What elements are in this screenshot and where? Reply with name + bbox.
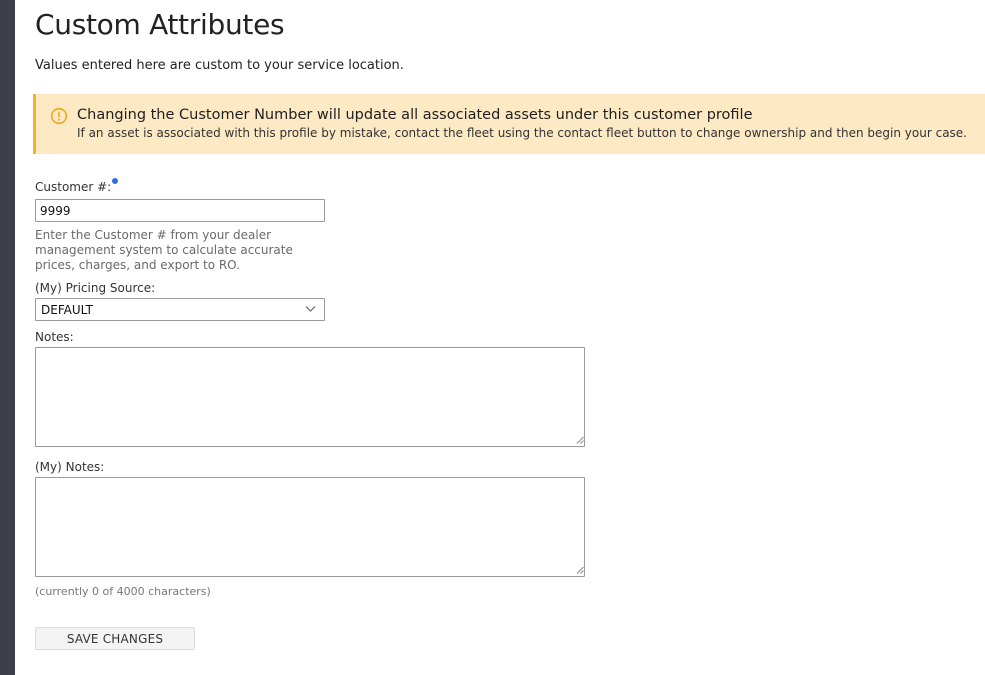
customer-number-label-text: Customer #: <box>35 180 112 194</box>
sidebar-strip <box>0 0 15 675</box>
resize-grip-icon[interactable] <box>576 436 584 444</box>
alert-title: Changing the Customer Number will update… <box>77 107 753 123</box>
save-changes-button[interactable]: SAVE CHANGES <box>35 627 195 650</box>
character-count: (currently 0 of 4000 characters) <box>35 585 211 598</box>
my-notes-label: (My) Notes: <box>35 460 105 474</box>
customer-number-input[interactable] <box>35 199 325 222</box>
customer-number-label: Customer #: <box>35 178 119 194</box>
my-notes-textarea[interactable] <box>35 477 585 577</box>
pricing-source-label: (My) Pricing Source: <box>35 281 156 295</box>
warning-alert: Changing the Customer Number will update… <box>33 94 985 154</box>
page-subtitle: Values entered here are custom to your s… <box>35 58 404 73</box>
warning-circle-icon <box>50 107 68 125</box>
notes-label: Notes: <box>35 330 74 344</box>
pricing-source-select[interactable]: DEFAULT <box>35 298 325 321</box>
resize-grip-icon[interactable] <box>576 566 584 574</box>
required-indicator <box>112 178 119 184</box>
alert-body: If an asset is associated with this prof… <box>77 126 967 140</box>
chevron-down-icon <box>305 306 316 312</box>
customer-number-help: Enter the Customer # from your dealer ma… <box>35 228 293 272</box>
page-title: Custom Attributes <box>35 8 285 41</box>
notes-textarea[interactable] <box>35 347 585 447</box>
pricing-source-value: DEFAULT <box>41 303 93 317</box>
